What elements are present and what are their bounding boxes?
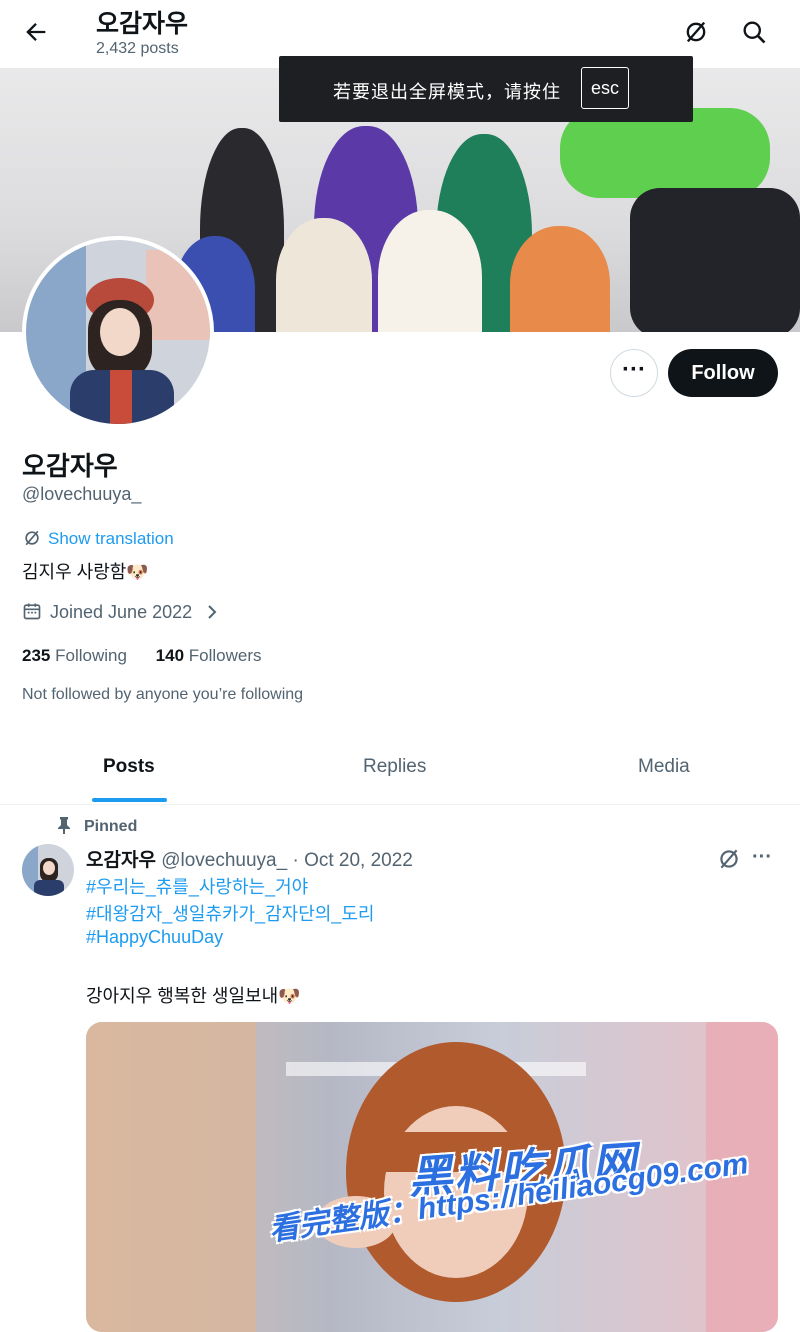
- pinned-label: Pinned: [56, 816, 137, 836]
- tab-posts[interactable]: Posts: [103, 756, 155, 778]
- profile-bio: 김지우 사랑함🐶: [22, 562, 149, 582]
- tab-replies[interactable]: Replies: [363, 756, 426, 778]
- pinned-text: Pinned: [84, 818, 138, 835]
- tab-media[interactable]: Media: [638, 756, 690, 778]
- tweet-more-button[interactable]: ···: [752, 846, 772, 869]
- show-translation-label: Show translation: [48, 529, 174, 548]
- tweet-avatar-image: [22, 844, 74, 896]
- followers-label: Followers: [188, 646, 262, 665]
- tweet-date[interactable]: · Oct 20, 2022: [292, 850, 412, 871]
- follow-button[interactable]: Follow: [668, 349, 778, 397]
- header-title: 오감자우: [96, 10, 189, 38]
- back-arrow-icon[interactable]: [22, 18, 50, 46]
- followers-link[interactable]: 140 Followers: [156, 646, 262, 665]
- banner-figure: [510, 226, 610, 332]
- toast-text: 若要退出全屏模式，请按住: [333, 82, 561, 102]
- following-label: Following: [55, 646, 127, 665]
- tweet-author-handle: @lovechuuya_: [161, 850, 288, 871]
- fullscreen-exit-toast: 若要退出全屏模式，请按住 esc: [279, 56, 693, 122]
- translate-icon: [25, 530, 39, 546]
- header-post-count: 2,432 posts: [96, 40, 179, 57]
- joined-label: Joined June 2022: [50, 602, 193, 622]
- active-tab-indicator: [92, 798, 167, 802]
- calendar-icon: [23, 603, 41, 620]
- profile-handle: @lovechuuya_: [22, 484, 142, 504]
- profile-name: 오감자우: [22, 451, 118, 481]
- esc-key: esc: [581, 67, 629, 109]
- tweet-text: 강아지우 행복한 생일보내🐶: [86, 986, 301, 1006]
- hashtag-link[interactable]: #우리는_츄를_사랑하는_거야: [86, 873, 308, 899]
- banner-figure: [630, 188, 800, 332]
- followers-count: 140: [155, 646, 185, 665]
- following-count: 235: [22, 646, 51, 665]
- translate-icon[interactable]: [682, 18, 710, 46]
- follow-stats: 235 Following 140 Followers: [22, 646, 262, 666]
- hashtag-link[interactable]: #HappyChuuDay: [86, 927, 223, 948]
- pin-icon: [58, 817, 70, 834]
- profile-tabs: Posts Replies Media: [0, 740, 800, 805]
- avatar-image: [26, 240, 210, 424]
- hashtag-link[interactable]: #대왕감자_생일츄카가_감자단의_도리: [86, 900, 374, 926]
- tweet-author[interactable]: 오감자우 @lovechuuya_ · Oct 20, 2022: [86, 845, 413, 872]
- more-options-button[interactable]: ···: [610, 349, 658, 397]
- search-icon[interactable]: [740, 18, 768, 46]
- not-followed-note: Not followed by anyone you’re following: [22, 686, 304, 703]
- banner-figure: [378, 210, 482, 332]
- following-link[interactable]: 235 Following: [22, 646, 127, 665]
- tweet-avatar[interactable]: [22, 844, 74, 896]
- translate-icon[interactable]: [716, 846, 742, 872]
- chevron-right-icon: [208, 605, 217, 619]
- banner-figure: [276, 218, 372, 332]
- show-translation-link[interactable]: Show translation: [22, 528, 174, 549]
- tweet-author-name: 오감자우: [86, 850, 156, 871]
- joined-date[interactable]: Joined June 2022: [22, 601, 227, 623]
- profile-avatar[interactable]: [22, 236, 214, 428]
